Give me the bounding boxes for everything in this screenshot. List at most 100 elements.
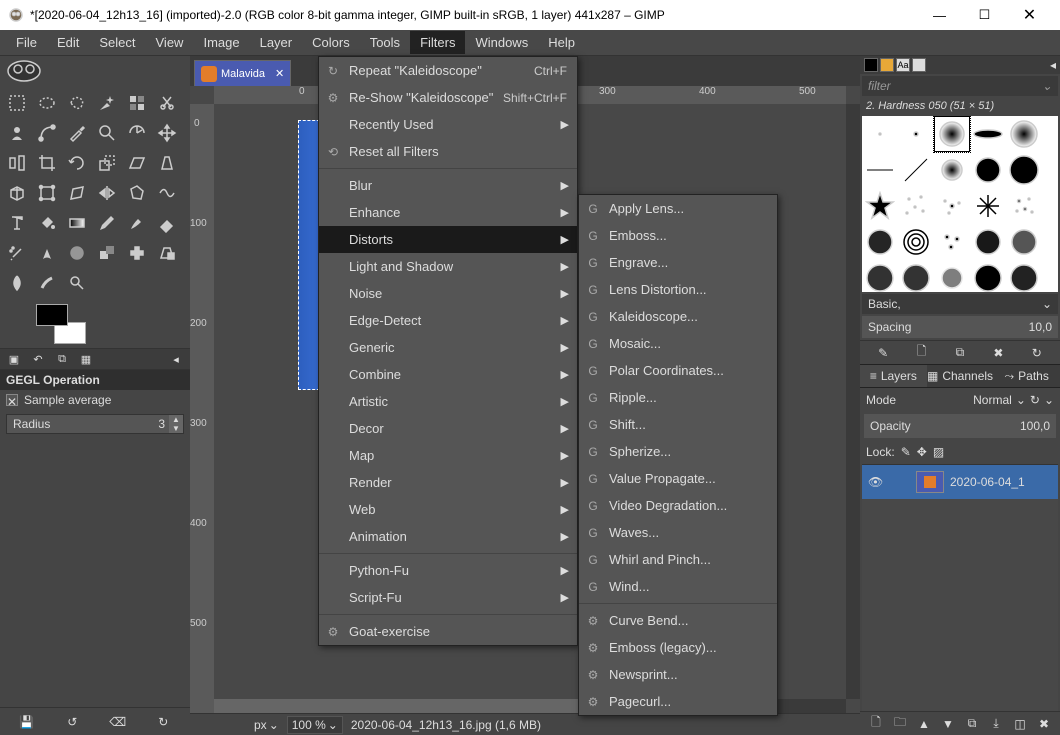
tool-clone[interactable]: [94, 240, 120, 266]
maximize-button[interactable]: ☐: [962, 0, 1007, 30]
chevron-down-icon[interactable]: ⌄: [1044, 393, 1054, 407]
tool-perspective[interactable]: [154, 150, 180, 176]
tool-blur[interactable]: [4, 270, 30, 296]
menuitem-newsprint[interactable]: ⚙Newsprint...: [579, 661, 777, 688]
menuitem-repeat[interactable]: ↻Repeat "Kaleidoscope"Ctrl+F: [319, 57, 577, 84]
menuitem-shift[interactable]: GShift...: [579, 411, 777, 438]
tool-text[interactable]: [4, 210, 30, 236]
menuitem-curve-bend[interactable]: ⚙Curve Bend...: [579, 607, 777, 634]
checkbox-icon[interactable]: ✕: [6, 394, 18, 406]
tool-perspective-clone[interactable]: [154, 240, 180, 266]
menu-help[interactable]: Help: [538, 31, 585, 54]
menu-image[interactable]: Image: [193, 31, 249, 54]
sample-average-option[interactable]: ✕ Sample average: [0, 390, 190, 410]
tool-paintbrush[interactable]: [124, 210, 150, 236]
tool-pencil[interactable]: [94, 210, 120, 236]
menuitem-waves[interactable]: GWaves...: [579, 519, 777, 546]
menu-windows[interactable]: Windows: [465, 31, 538, 54]
delete-brush-button[interactable]: ✖: [988, 344, 1008, 362]
lock-position-icon[interactable]: ✥: [917, 445, 927, 459]
tab-device-status[interactable]: ↶: [28, 351, 48, 367]
lock-alpha-icon[interactable]: ▨: [933, 445, 944, 459]
spin-down-icon[interactable]: ▼: [169, 424, 183, 433]
delete-layer-button[interactable]: ✖: [1034, 715, 1054, 733]
tool-foreground-select[interactable]: [4, 120, 30, 146]
tool-warp[interactable]: [154, 180, 180, 206]
chevron-down-icon[interactable]: ⌄: [1016, 393, 1026, 407]
mode-switch-button[interactable]: ↻: [1030, 393, 1040, 407]
menuitem-mosaic[interactable]: GMosaic...: [579, 330, 777, 357]
menuitem-value-propagate[interactable]: GValue Propagate...: [579, 465, 777, 492]
close-tab-icon[interactable]: ✕: [275, 67, 284, 80]
tool-ink[interactable]: [34, 240, 60, 266]
tool-rect-select[interactable]: [4, 90, 30, 116]
menuitem-blur[interactable]: Blur▶: [319, 172, 577, 199]
tool-align[interactable]: [4, 150, 30, 176]
tool-measure[interactable]: [124, 120, 150, 146]
menuitem-lens-distortion[interactable]: GLens Distortion...: [579, 276, 777, 303]
menuitem-render[interactable]: Render▶: [319, 469, 577, 496]
tool-scissors[interactable]: [154, 90, 180, 116]
tab-images[interactable]: ▦: [76, 351, 96, 367]
menuitem-reshow[interactable]: ⚙Re-Show "Kaleidoscope"Shift+Ctrl+F: [319, 84, 577, 111]
menuitem-recently-used[interactable]: Recently Used▶: [319, 111, 577, 138]
menuitem-combine[interactable]: Combine▶: [319, 361, 577, 388]
tool-fuzzy-select[interactable]: [94, 90, 120, 116]
menuitem-enhance[interactable]: Enhance▶: [319, 199, 577, 226]
menuitem-polar-coordinates[interactable]: GPolar Coordinates...: [579, 357, 777, 384]
menuitem-python-fu[interactable]: Python-Fu▶: [319, 557, 577, 584]
layer-thumbnail[interactable]: [916, 471, 944, 493]
menuitem-distorts[interactable]: Distorts▶: [319, 226, 577, 253]
brush-spacing-slider[interactable]: Spacing 10,0: [862, 316, 1058, 338]
tab-patterns[interactable]: [880, 58, 894, 72]
menu-colors[interactable]: Colors: [302, 31, 360, 54]
menuitem-pagecurl[interactable]: ⚙Pagecurl...: [579, 688, 777, 715]
chevron-down-icon[interactable]: ⌄: [1042, 79, 1052, 93]
layer-name[interactable]: 2020-06-04_1: [950, 475, 1025, 489]
scrollbar-vertical[interactable]: [846, 104, 860, 699]
tab-channels[interactable]: ▦ Channels: [927, 365, 994, 387]
tool-smudge[interactable]: [34, 270, 60, 296]
tool-color-picker[interactable]: [64, 120, 90, 146]
brush-preset-selector[interactable]: Basic, ⌄: [862, 294, 1058, 314]
menuitem-goat-exercise[interactable]: ⚙Goat-exercise: [319, 618, 577, 645]
duplicate-brush-button[interactable]: ⧉: [950, 344, 970, 362]
tab-menu-arrow[interactable]: ◂: [1050, 58, 1056, 72]
opacity-slider[interactable]: Opacity 100,0: [864, 414, 1056, 438]
menuitem-generic[interactable]: Generic▶: [319, 334, 577, 361]
brush-filter-input[interactable]: filter ⌄: [862, 76, 1058, 96]
menuitem-apply-lens[interactable]: GApply Lens...: [579, 195, 777, 222]
edit-brush-button[interactable]: ✎: [873, 344, 893, 362]
save-preset-button[interactable]: 💾: [15, 712, 39, 732]
merge-down-button[interactable]: ⤓: [986, 715, 1006, 733]
menu-tools[interactable]: Tools: [360, 31, 410, 54]
tool-mypaint[interactable]: [64, 240, 90, 266]
refresh-brushes-button[interactable]: ↻: [1027, 344, 1047, 362]
new-layer-button[interactable]: 🗋: [866, 715, 886, 733]
menuitem-script-fu[interactable]: Script-Fu▶: [319, 584, 577, 611]
tool-free-select[interactable]: [64, 90, 90, 116]
menuitem-artistic[interactable]: Artistic▶: [319, 388, 577, 415]
mask-button[interactable]: ◫: [1010, 715, 1030, 733]
tab-tool-options[interactable]: ▣: [4, 351, 24, 367]
tool-zoom[interactable]: [94, 120, 120, 146]
tool-bucket-fill[interactable]: [34, 210, 60, 236]
menuitem-kaleidoscope[interactable]: GKaleidoscope...: [579, 303, 777, 330]
tab-menu-arrow[interactable]: ◂: [166, 351, 186, 367]
tool-paths[interactable]: [34, 120, 60, 146]
tool-3d-transform[interactable]: [4, 180, 30, 206]
menuitem-video-degradation[interactable]: GVideo Degradation...: [579, 492, 777, 519]
tab-paths[interactable]: ⤳ Paths: [993, 365, 1060, 387]
fg-color-swatch[interactable]: [36, 304, 68, 326]
spin-up-icon[interactable]: ▲: [169, 415, 183, 424]
zoom-selector[interactable]: 100 % ⌄: [287, 716, 343, 734]
menuitem-edge-detect[interactable]: Edge-Detect▶: [319, 307, 577, 334]
menu-filters[interactable]: Filters: [410, 31, 465, 54]
restore-preset-button[interactable]: ↺: [60, 712, 84, 732]
raise-layer-button[interactable]: ▲: [914, 715, 934, 733]
menuitem-engrave[interactable]: GEngrave...: [579, 249, 777, 276]
tool-cage[interactable]: [124, 180, 150, 206]
tab-fonts[interactable]: Aa: [896, 58, 910, 72]
visibility-toggle-icon[interactable]: 👁: [868, 475, 886, 489]
tool-rotate[interactable]: [64, 150, 90, 176]
